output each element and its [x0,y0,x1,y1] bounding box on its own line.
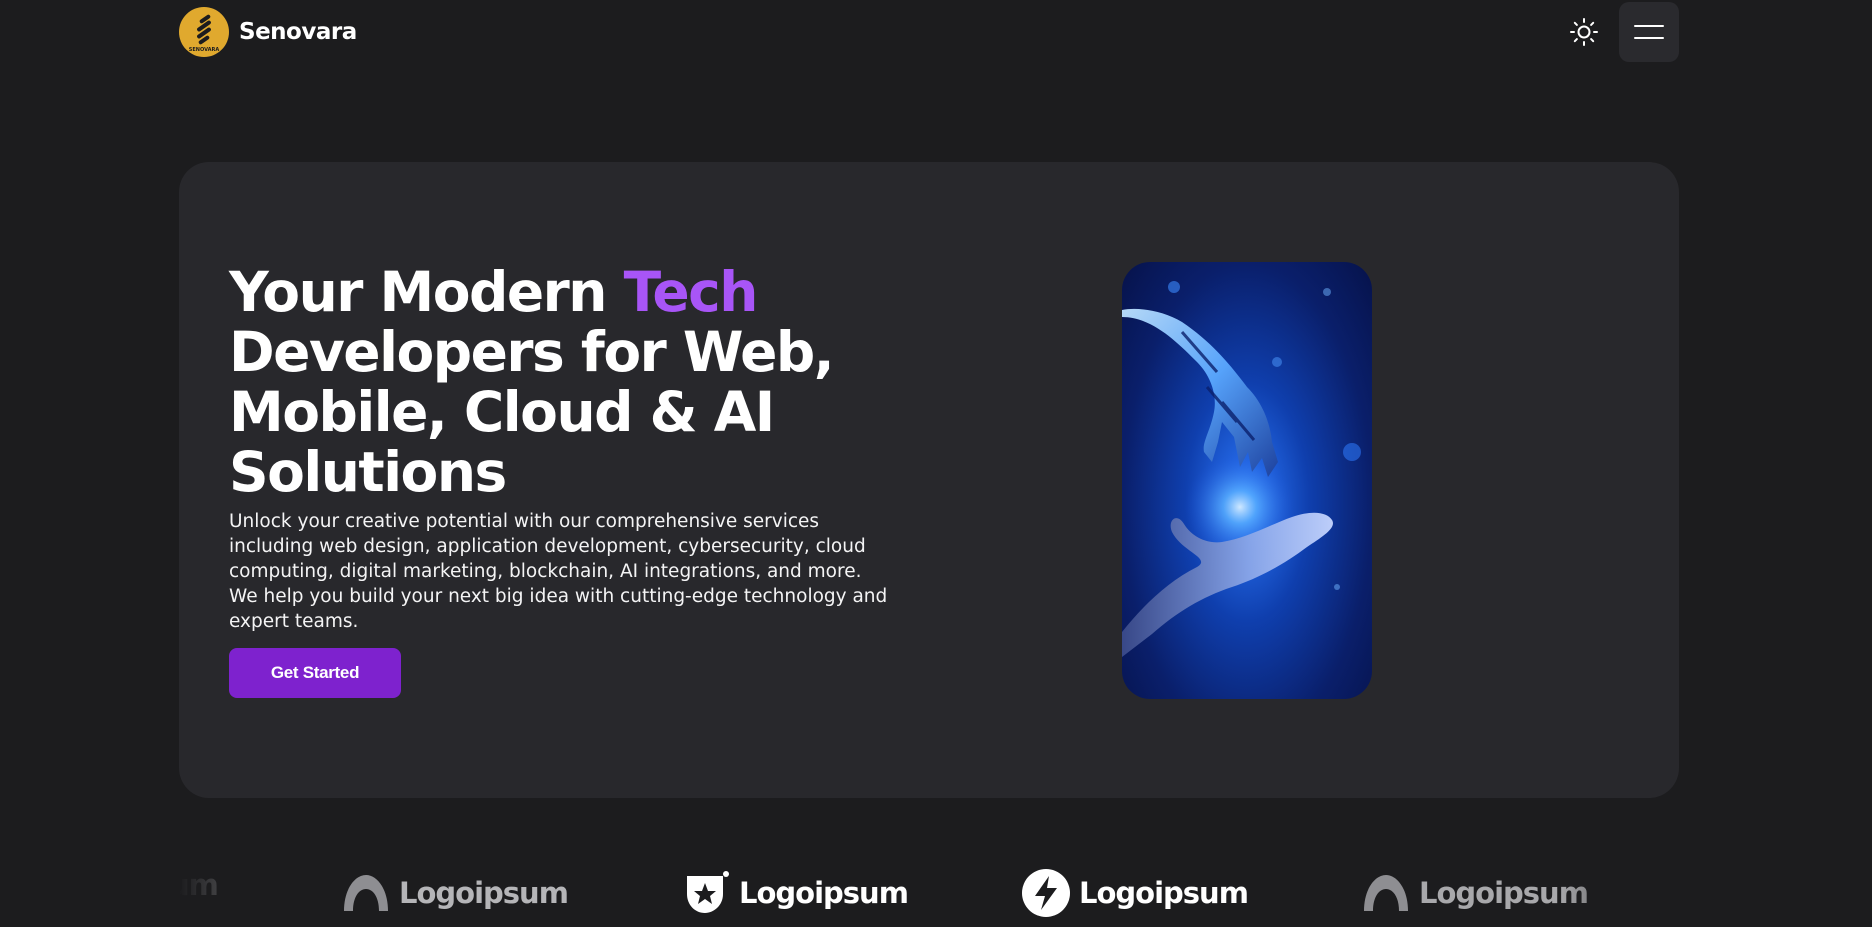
hero-title-accent: Tech [623,260,759,324]
bolt-circle-logo-icon [1021,868,1071,918]
robot-hand-reaching-human-hand-image [1122,281,1361,657]
hero-image [1122,262,1372,699]
hamburger-menu-icon [1634,25,1664,27]
brand-logo-icon: SENOVARA [179,7,229,57]
sun-icon [1570,18,1598,46]
partner-logo-label: Logoipsum [739,876,909,910]
brand-name: Senovara [239,19,357,45]
partner-logo-label: Logoipsum [399,876,569,910]
partner-logos-strip: um Logoipsum Logoipsum Logoipsum [179,860,1679,927]
partner-logo-label: Logoipsum [1079,876,1249,910]
partner-logo: Logoipsum [341,868,569,918]
brand-logo-text: SENOVARA [189,47,220,53]
hero-title: Your Modern Tech Developers for Web, Mobi… [229,262,949,502]
hero-description: Unlock your creative potential with our … [229,511,888,632]
menu-button[interactable] [1619,2,1679,62]
partner-logo: Logoipsum [1361,868,1589,918]
star-badge-logo-icon [681,868,731,918]
hero-title-part1: Your Modern [229,260,624,324]
theme-toggle-button[interactable] [1568,16,1600,48]
hero-title-part2: Developers for Web, Mobile, Cloud & AI S… [229,320,835,504]
hamburger-menu-line [1634,37,1664,39]
get-started-button[interactable]: Get Started [229,648,401,698]
brand[interactable]: SENOVARA Senovara [179,7,357,57]
partner-logo: Logoipsum [1021,868,1249,918]
logo-strip-fade-left [179,860,299,927]
arch-logo-icon [1361,868,1411,918]
partner-logo: Logoipsum [681,868,909,918]
hero-section: Your Modern Tech Developers for Web, Mobi… [179,162,1679,798]
top-navigation-bar: SENOVARA Senovara [0,0,1872,66]
arch-logo-icon [341,868,391,918]
logo-strip-fade-right [1559,860,1679,927]
